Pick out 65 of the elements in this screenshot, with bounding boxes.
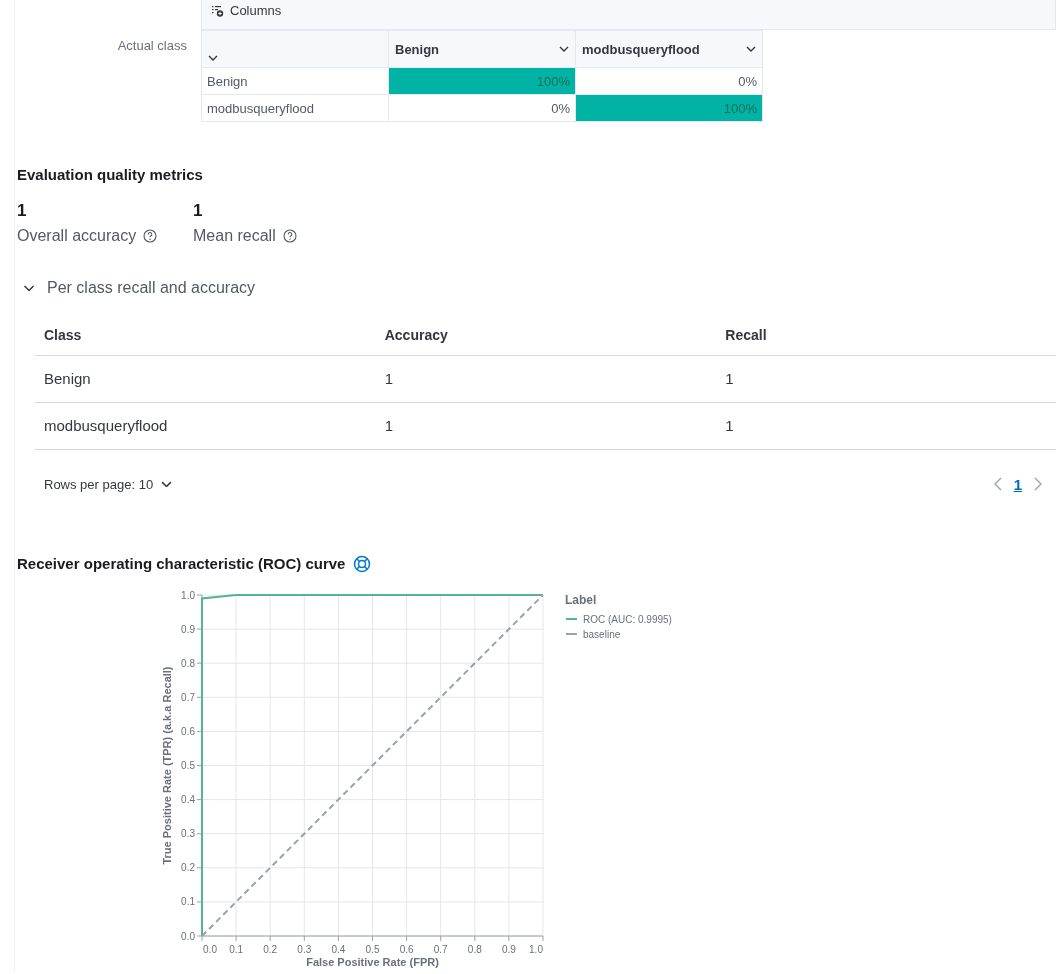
y-tick-label: 1.0 xyxy=(181,589,195,600)
x-tick-label: 0.3 xyxy=(297,943,312,955)
table-cell: Benign xyxy=(35,355,376,402)
page-link[interactable]: 1 xyxy=(1013,475,1022,493)
y-tick-label: 0.3 xyxy=(181,827,195,839)
row-label: Benign xyxy=(201,67,389,95)
table-cell: modbusqueryflood xyxy=(35,402,376,449)
column-header[interactable]: modbusqueryflood xyxy=(575,30,763,68)
legend-title: Label xyxy=(565,592,597,607)
help-icon[interactable] xyxy=(143,229,158,243)
y-axis-title: True Positive Rate (TPR) (a.k.a Recall) xyxy=(161,665,173,865)
x-tick-label: 0.1 xyxy=(229,943,244,955)
help-icon[interactable] xyxy=(282,229,297,243)
matrix-cell: 100% xyxy=(575,94,763,122)
chevron-down-icon xyxy=(746,46,756,52)
y-tick-label: 0.9 xyxy=(181,623,195,635)
x-tick-label: 0.2 xyxy=(263,943,278,955)
table-cell: 1 xyxy=(375,402,717,449)
chevron-down-icon xyxy=(208,55,218,61)
table-cell: 1 xyxy=(716,402,1056,449)
x-tick-label: 0.4 xyxy=(331,943,346,955)
x-tick-label: 0.0 xyxy=(203,943,217,955)
x-tick-label: 0.8 xyxy=(467,943,482,955)
column-header[interactable]: Benign xyxy=(388,30,576,68)
matrix-cell: 0% xyxy=(388,94,576,122)
y-tick-label: 0.1 xyxy=(181,895,195,907)
y-tick-label: 0.5 xyxy=(181,759,195,771)
column-header: Class xyxy=(35,315,376,355)
table-cell: 1 xyxy=(716,355,1056,402)
column-header: Recall xyxy=(716,315,1056,355)
table-cell: 1 xyxy=(375,355,717,402)
next-page-icon[interactable] xyxy=(1034,477,1042,491)
y-tick-label: 0.0 xyxy=(181,930,195,941)
lifebuoy-icon[interactable] xyxy=(353,554,372,573)
section-title: Evaluation quality metrics xyxy=(17,166,204,183)
row-label: modbusqueryflood xyxy=(201,94,389,122)
x-tick-label: 0.6 xyxy=(399,943,414,955)
x-tick-label: 1.0 xyxy=(529,943,543,955)
metric-label: Mean recall xyxy=(193,227,276,245)
legend-label: ROC (AUC: 0.9995) xyxy=(583,613,672,624)
axis-label: Actual class xyxy=(116,37,188,55)
chevron-down-icon xyxy=(559,46,569,52)
column-header: Accuracy xyxy=(375,315,717,355)
x-tick-label: 0.7 xyxy=(433,943,448,955)
x-axis-title: False Positive Rate (FPR) xyxy=(306,955,439,968)
y-tick-label: 0.2 xyxy=(181,861,195,873)
y-tick-label: 0.8 xyxy=(181,657,195,669)
y-tick-label: 0.4 xyxy=(181,793,195,805)
previous-page-icon[interactable] xyxy=(993,477,1002,491)
accordion-toggle[interactable]: Per class recall and accuracy xyxy=(23,279,256,297)
legend-label: baseline xyxy=(583,628,621,639)
y-tick-label: 0.7 xyxy=(181,691,195,703)
metric-value: 1 xyxy=(193,201,204,221)
metric-value: 1 xyxy=(17,201,28,221)
chevron-down-icon xyxy=(161,480,173,488)
metric-label: Overall accuracy xyxy=(17,227,137,245)
rows-per-page-button[interactable]: Rows per page: 10 xyxy=(44,476,173,492)
columns-button[interactable]: Columns xyxy=(212,3,282,18)
matrix-cell: 100% xyxy=(388,67,576,95)
x-tick-label: 0.5 xyxy=(365,943,380,955)
x-tick-label: 0.9 xyxy=(501,943,516,955)
y-tick-label: 0.6 xyxy=(181,725,195,737)
section-title: Receiver operating characteristic (ROC) curve xyxy=(17,555,346,572)
matrix-cell: 0% xyxy=(575,67,763,95)
columns-icon xyxy=(212,4,224,17)
